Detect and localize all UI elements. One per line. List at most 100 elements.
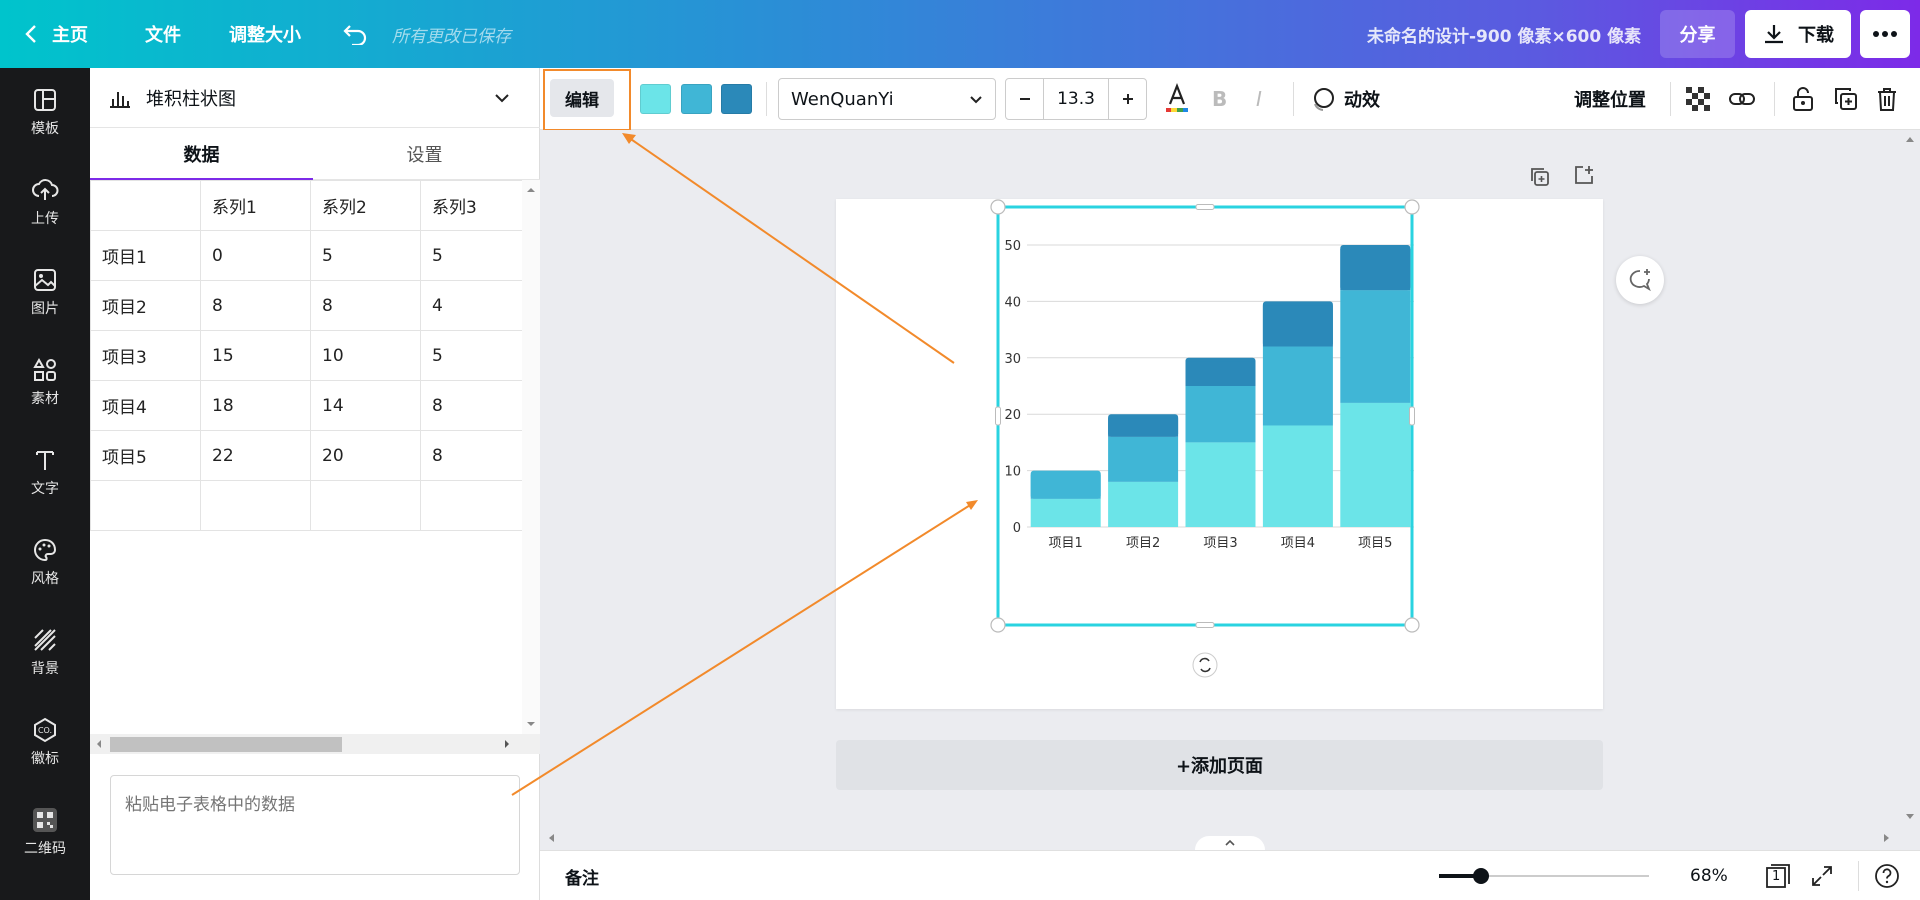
data-cell[interactable] — [200, 480, 311, 531]
font-size-value[interactable]: 13.3 — [1044, 79, 1108, 119]
data-cell[interactable]: 5 — [420, 330, 531, 381]
rail-item-qrcode[interactable]: 二维码 — [0, 792, 90, 872]
text-color-button[interactable] — [1162, 68, 1192, 130]
column-header[interactable]: 系列1 — [200, 180, 311, 231]
decrease-size-button[interactable] — [1006, 79, 1044, 119]
add-page-button[interactable]: +添加页面 — [836, 740, 1603, 790]
scroll-up-icon[interactable] — [1904, 134, 1916, 144]
data-cell[interactable]: 8 — [420, 430, 531, 481]
bar-segment[interactable] — [1185, 386, 1256, 443]
delete-button[interactable] — [1876, 68, 1898, 130]
row-header-cell[interactable]: 项目5 — [90, 430, 201, 481]
tab-settings[interactable]: 设置 — [313, 128, 536, 180]
rail-item-templates[interactable]: 模板 — [0, 72, 90, 152]
data-cell[interactable]: 0 — [200, 230, 311, 281]
rail-item-elements[interactable]: 素材 — [0, 342, 90, 422]
bar-segment[interactable] — [1030, 498, 1101, 527]
page-count-button[interactable]: 1 — [1764, 851, 1792, 900]
bar-segment[interactable] — [1185, 442, 1256, 527]
scroll-left-icon[interactable] — [546, 832, 556, 844]
column-header[interactable]: 系列2 — [310, 180, 421, 231]
scroll-right-icon[interactable] — [1882, 832, 1892, 844]
chart-type-selector[interactable]: 堆积柱状图 — [90, 68, 540, 128]
rail-item-background[interactable]: 背景 — [0, 612, 90, 692]
data-cell[interactable]: 5 — [420, 230, 531, 281]
lock-button[interactable] — [1792, 68, 1814, 130]
row-header-cell[interactable]: 项目2 — [90, 280, 201, 331]
link-button[interactable] — [1728, 68, 1756, 130]
row-header-cell[interactable]: 项目3 — [90, 330, 201, 381]
rail-item-upload[interactable]: 上传 — [0, 162, 90, 242]
data-cell[interactable] — [310, 480, 421, 531]
zoom-slider[interactable] — [1439, 868, 1649, 884]
column-header[interactable]: 系列3 — [420, 180, 531, 231]
zoom-level[interactable]: 68% — [1690, 851, 1728, 900]
resize-handle[interactable] — [1404, 617, 1420, 633]
data-cell[interactable]: 22 — [200, 430, 311, 481]
increase-size-button[interactable] — [1108, 79, 1146, 119]
position-button[interactable]: 调整位置 — [1574, 68, 1646, 130]
color-swatch[interactable] — [721, 84, 752, 114]
data-cell[interactable]: 18 — [200, 380, 311, 431]
comment-button[interactable] — [1616, 256, 1664, 304]
rail-item-text[interactable]: 文字 — [0, 432, 90, 512]
bar-segment[interactable] — [1108, 436, 1179, 482]
bar-segment[interactable] — [1340, 290, 1411, 403]
data-cell[interactable]: 20 — [310, 430, 421, 481]
resize-handle[interactable] — [1409, 406, 1415, 426]
share-button[interactable]: 分享 — [1660, 10, 1735, 58]
data-cell[interactable]: 10 — [310, 330, 421, 381]
download-button[interactable]: 下载 — [1745, 10, 1851, 58]
data-cell[interactable]: 8 — [310, 280, 421, 331]
undo-button[interactable] — [342, 0, 368, 68]
rail-item-logo[interactable]: CO. 徽标 — [0, 702, 90, 782]
row-header-cell[interactable]: 项目4 — [90, 380, 201, 431]
table-horizontal-scrollbar[interactable] — [90, 734, 540, 754]
data-cell[interactable]: 4 — [420, 280, 531, 331]
scroll-thumb[interactable] — [110, 737, 342, 752]
transparency-button[interactable] — [1686, 68, 1710, 130]
resize-handle[interactable] — [1195, 204, 1215, 210]
paste-data-input[interactable] — [110, 775, 520, 875]
data-cell[interactable]: 14 — [310, 380, 421, 431]
table-vertical-scrollbar[interactable] — [522, 180, 540, 734]
data-cell[interactable] — [420, 480, 531, 531]
resize-menu[interactable]: 调整大小 — [229, 0, 301, 68]
data-cell[interactable]: 8 — [420, 380, 531, 431]
rail-item-images[interactable]: 图片 — [0, 252, 90, 332]
resize-handle[interactable] — [1195, 622, 1215, 628]
italic-button[interactable]: I — [1252, 68, 1270, 130]
table-corner-cell[interactable] — [90, 180, 201, 231]
file-menu[interactable]: 文件 — [145, 0, 181, 68]
rotate-handle[interactable] — [1192, 652, 1218, 678]
bar-segment[interactable] — [1262, 425, 1333, 527]
zoom-slider-knob[interactable] — [1473, 868, 1489, 884]
rail-item-styles[interactable]: 风格 — [0, 522, 90, 602]
color-swatch[interactable] — [640, 84, 671, 114]
edit-chart-button[interactable]: 编辑 — [550, 79, 614, 117]
bar-segment[interactable] — [1262, 346, 1333, 426]
resize-handle[interactable] — [995, 406, 1001, 426]
font-family-dropdown[interactable]: WenQuanYi — [778, 78, 996, 120]
bold-button[interactable]: B — [1210, 68, 1228, 130]
bar-segment[interactable] — [1108, 481, 1179, 527]
scroll-down-icon[interactable] — [1904, 812, 1916, 822]
more-button[interactable] — [1860, 10, 1910, 58]
design-title[interactable]: 未命名的设计-900 像素×600 像素 — [1367, 0, 1641, 68]
resize-handle[interactable] — [990, 199, 1006, 215]
data-cell[interactable]: 15 — [200, 330, 311, 381]
help-button[interactable] — [1874, 851, 1900, 900]
back-home-button[interactable]: 主页 — [24, 0, 88, 68]
animate-button[interactable]: 动效 — [1310, 68, 1380, 130]
fullscreen-button[interactable] — [1810, 851, 1834, 900]
bar-segment[interactable] — [1340, 402, 1411, 527]
resize-handle[interactable] — [1404, 199, 1420, 215]
resize-handle[interactable] — [990, 617, 1006, 633]
row-header-cell[interactable] — [90, 480, 201, 531]
row-header-cell[interactable]: 项目1 — [90, 230, 201, 281]
duplicate-button[interactable] — [1834, 68, 1858, 130]
color-swatch[interactable] — [681, 84, 712, 114]
notes-button[interactable]: 备注 — [565, 851, 599, 900]
data-cell[interactable]: 5 — [310, 230, 421, 281]
notes-expand-tab[interactable] — [1195, 836, 1265, 850]
